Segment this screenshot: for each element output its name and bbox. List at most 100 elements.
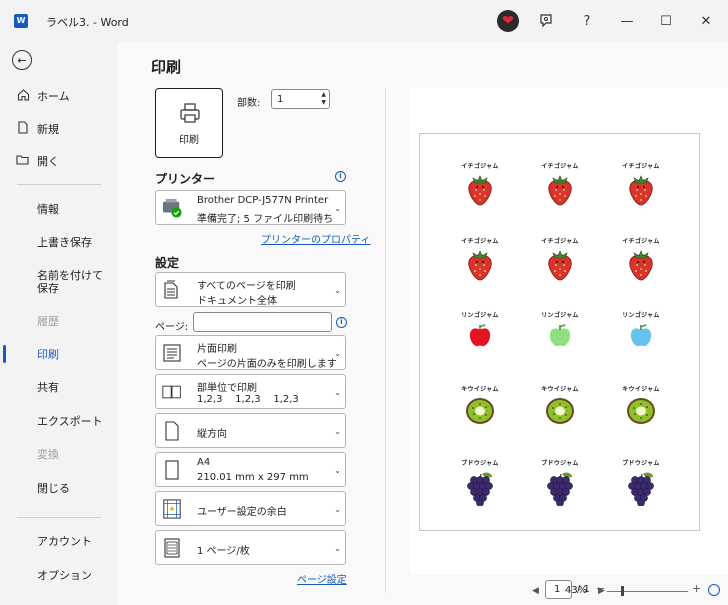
setting-line2: 210.01 mm x 297 mm (197, 472, 309, 483)
page-title: 印刷 (151, 58, 182, 76)
home-icon (16, 88, 30, 104)
print-preview: イチゴジャム イチゴジャム イチゴジャム イチゴジャム イチゴジャム イチゴジャム リンゴジ… (410, 88, 728, 575)
setting-line1: A4 (197, 457, 211, 468)
label-cell: キウイジャム (611, 384, 671, 444)
sidebar-item-open[interactable]: 開く (0, 146, 117, 176)
info-icon[interactable]: i (336, 317, 347, 328)
label-text: リンゴジャム (622, 312, 660, 319)
sidebar-item-account[interactable]: アカウント (0, 526, 117, 556)
printer-heading: プリンター (155, 172, 216, 186)
collation-select[interactable]: 部単位で印刷 1,2,3 1,2,3 1,2,3 ⌄ (155, 374, 346, 409)
avatar[interactable]: ❤ (497, 10, 519, 32)
margins-select[interactable]: ユーザー設定の余白 ⌄ (155, 491, 346, 526)
zoom-in-icon[interactable]: + (692, 582, 701, 595)
label-text: イチゴジャム (461, 163, 499, 170)
print-range-select[interactable]: すべてのページを印刷 ドキュメント全体 ⌄ (155, 272, 346, 307)
pages-per-sheet-icon (164, 538, 180, 558)
chevron-down-icon: ⌄ (334, 286, 341, 295)
copies-label: 部数: (237, 98, 261, 109)
title-bar: W ラベル3. - Word ❤ ? — ☐ ✕ (0, 0, 728, 42)
copies-value: 1 (277, 94, 284, 105)
zoom-percentage[interactable]: 43% (565, 585, 587, 596)
backstage-sidebar: ← ホーム 新規 開く 情報 上書き保存 名前を付けて保存 履歴 印刷 共有 エ… (0, 42, 117, 605)
strawberry-icon (629, 175, 653, 206)
label-text: イチゴジャム (622, 163, 660, 170)
setting-line1: 縦方向 (197, 429, 227, 440)
label-text: キウイジャム (541, 386, 579, 393)
label-cell: イチゴジャム (611, 236, 671, 296)
pages-icon (164, 280, 178, 299)
label-cell: イチゴジャム (611, 161, 671, 221)
apple-icon (549, 324, 571, 347)
setting-line1: ユーザー設定の余白 (197, 507, 287, 518)
maximize-icon[interactable]: ☐ (657, 12, 675, 30)
setting-line2: 1,2,3 1,2,3 1,2,3 (197, 394, 299, 405)
sidebar-item-transform: 変換 (0, 439, 117, 469)
sidebar-item-close[interactable]: 閉じる (0, 473, 117, 503)
grape-icon (467, 472, 493, 506)
sidebar-item-print[interactable]: 印刷 (0, 339, 117, 369)
window-title: ラベル3. - Word (46, 16, 129, 29)
sidebar-item-label: アカウント (37, 535, 92, 548)
info-icon[interactable]: i (335, 171, 346, 182)
kiwi-icon (546, 398, 574, 424)
zoom-to-page-icon[interactable] (708, 584, 720, 596)
feedback-icon[interactable] (537, 12, 555, 30)
setting-line1: すべてのページを印刷 (197, 281, 296, 292)
pages-per-sheet-select[interactable]: 1 ページ/枚 ⌄ (155, 530, 346, 565)
sidebar-item-save-as[interactable]: 名前を付けて保存 (0, 265, 117, 299)
spin-arrows-icon[interactable]: ▲ ▼ (321, 91, 326, 107)
sidebar-divider (17, 517, 101, 518)
printer-status: 準備完了; 5 ファイル印刷待ち (197, 214, 334, 225)
sidebar-item-new[interactable]: 新規 (0, 114, 117, 144)
pages-input[interactable] (193, 312, 332, 332)
copies-stepper[interactable]: 1 ▲ ▼ (271, 89, 330, 109)
sidebar-item-share[interactable]: 共有 (0, 372, 117, 402)
chevron-down-icon: ⌄ (334, 544, 341, 553)
sidebar-item-label: エクスポート (37, 415, 103, 428)
back-arrow-icon[interactable]: ← (12, 50, 32, 70)
margins-icon (163, 499, 181, 519)
help-icon[interactable]: ? (578, 12, 596, 30)
sidebar-item-label: 閉じる (37, 482, 70, 495)
close-icon[interactable]: ✕ (697, 12, 715, 30)
zoom-slider-thumb[interactable] (621, 586, 624, 596)
printer-name: Brother DCP-J577N Printer (197, 195, 329, 206)
sidebar-item-save[interactable]: 上書き保存 (0, 227, 117, 257)
printer-select[interactable]: Brother DCP-J577N Printer 準備完了; 5 ファイル印刷… (155, 190, 346, 225)
paper-size-select[interactable]: A4 210.01 mm x 297 mm ⌄ (155, 452, 346, 487)
setting-line2: ドキュメント全体 (197, 296, 277, 307)
print-button[interactable]: 印刷 (155, 88, 223, 158)
label-text: ブドウジャム (461, 460, 499, 467)
label-cell: リンゴジャム (450, 310, 510, 370)
chevron-down-icon: ⌄ (334, 388, 341, 397)
chevron-down-icon: ⌄ (334, 349, 341, 358)
sidebar-item-label: 上書き保存 (37, 236, 92, 249)
chevron-down-icon: ⌄ (334, 505, 341, 514)
label-text: イチゴジャム (541, 163, 579, 170)
label-cell: イチゴジャム (530, 161, 590, 221)
orientation-select[interactable]: 縦方向 ⌄ (155, 413, 346, 448)
sidebar-item-info[interactable]: 情報 (0, 194, 117, 224)
strawberry-icon (468, 250, 492, 281)
sidebar-item-home[interactable]: ホーム (0, 81, 117, 111)
label-text: イチゴジャム (541, 238, 579, 245)
label-text: イチゴジャム (461, 238, 499, 245)
sidebar-item-label: ホーム (37, 90, 70, 103)
setting-line1: 片面印刷 (197, 344, 237, 355)
sidebar-item-label: 印刷 (37, 348, 59, 361)
zoom-out-icon[interactable]: − (596, 582, 605, 595)
kiwi-icon (627, 398, 655, 424)
chevron-down-icon: ⌄ (334, 466, 341, 475)
label-text: イチゴジャム (622, 238, 660, 245)
one-sided-icon (163, 344, 181, 362)
active-indicator (3, 345, 6, 363)
sides-select[interactable]: 片面印刷 ページの片面のみを印刷します ⌄ (155, 335, 346, 370)
label-text: ブドウジャム (622, 460, 660, 467)
printer-properties-link[interactable]: プリンターのプロパティ (261, 231, 370, 246)
minimize-icon[interactable]: — (618, 12, 636, 30)
zoom-slider-track[interactable] (607, 591, 688, 592)
sidebar-item-export[interactable]: エクスポート (0, 406, 117, 436)
label-cell: リンゴジャム (530, 310, 590, 370)
sidebar-item-history: 履歴 (0, 306, 117, 336)
